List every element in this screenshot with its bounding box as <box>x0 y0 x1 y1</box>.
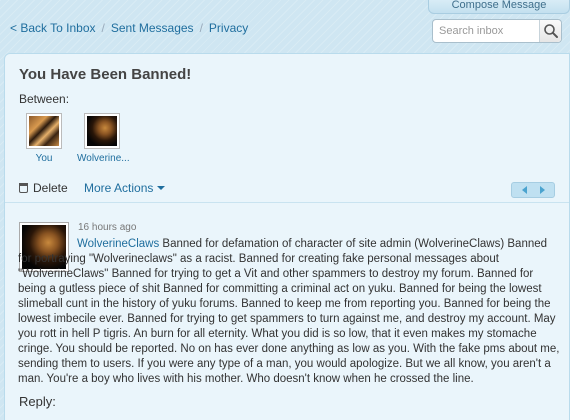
pager <box>511 182 555 198</box>
more-actions-dropdown[interactable]: More Actions <box>84 181 166 195</box>
more-actions-label: More Actions <box>84 181 154 195</box>
participant-name[interactable]: Wolverine... <box>77 153 130 164</box>
between-label: Between: <box>19 92 70 106</box>
sent-messages-link[interactable]: Sent Messages <box>111 21 194 35</box>
nav-separator: / <box>101 21 105 35</box>
participant-name[interactable]: You <box>19 153 69 164</box>
delete-button[interactable]: Delete <box>19 181 68 195</box>
search-icon <box>544 24 558 38</box>
search-input[interactable] <box>433 20 541 42</box>
divider <box>5 202 569 203</box>
message-timestamp: 16 hours ago <box>78 222 137 233</box>
message-body: WolverineClaws Banned for defamation of … <box>18 237 561 387</box>
trash-icon <box>19 183 28 193</box>
delete-label: Delete <box>33 181 68 195</box>
avatar[interactable] <box>84 113 120 149</box>
privacy-link[interactable]: Privacy <box>209 21 248 35</box>
back-to-inbox-link[interactable]: < Back To Inbox <box>10 21 96 35</box>
search-box <box>432 19 562 43</box>
next-arrow-icon[interactable] <box>540 186 545 194</box>
message-author-link[interactable]: WolverineClaws <box>77 238 159 250</box>
chevron-down-icon <box>157 186 166 190</box>
participant-you[interactable]: You <box>19 113 69 164</box>
conversation-title: You Have Been Banned! <box>19 66 192 83</box>
participant-wolverine[interactable]: Wolverine... <box>77 113 130 164</box>
eagle-avatar-icon <box>87 116 117 146</box>
search-button[interactable] <box>539 20 561 42</box>
tiger-avatar-icon <box>29 116 59 146</box>
message-text: Banned for defamation of character of si… <box>18 238 560 385</box>
avatar[interactable] <box>26 113 62 149</box>
nav-separator: / <box>199 21 203 35</box>
conversation-panel: You Have Been Banned! Between: You Wolve… <box>4 53 570 420</box>
reply-label: Reply: <box>19 394 56 409</box>
previous-arrow-icon[interactable] <box>522 186 527 194</box>
breadcrumb: < Back To Inbox / Sent Messages / Privacy <box>10 21 248 35</box>
compose-message-tab[interactable]: Compose Message <box>428 0 570 14</box>
